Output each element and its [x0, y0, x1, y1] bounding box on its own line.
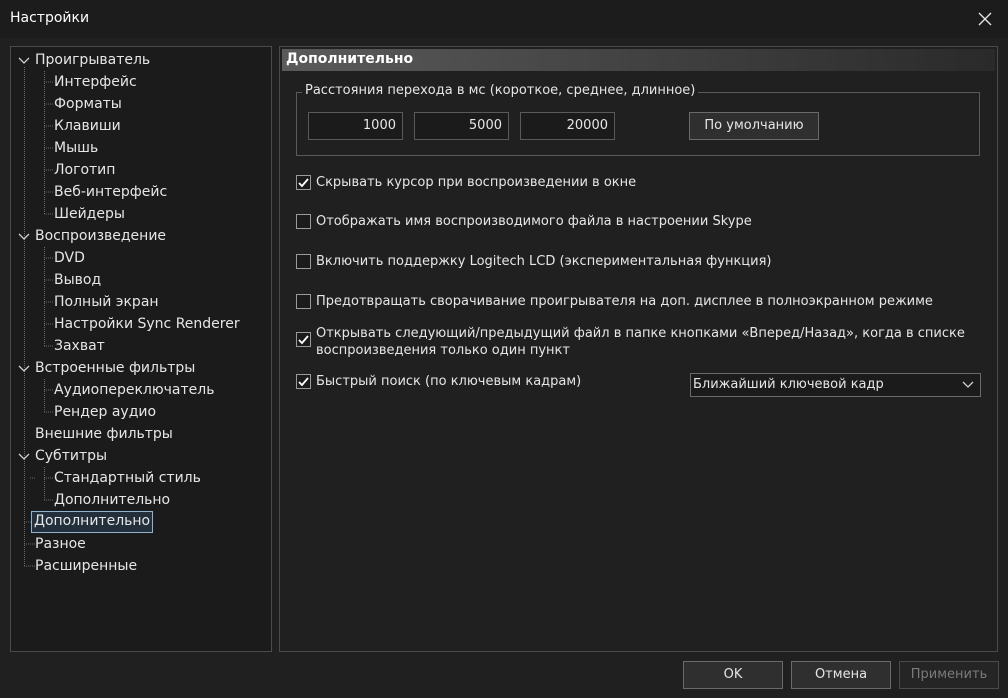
chevron-down-icon	[18, 453, 30, 460]
jump-long-input[interactable]: 20000	[520, 112, 615, 140]
fast-seek-checkbox[interactable]	[296, 374, 311, 389]
chevron-down-icon	[18, 57, 30, 64]
tree-item-external-filters[interactable]: Внешние фильтры	[32, 424, 176, 444]
jump-short-input[interactable]: 1000	[308, 112, 403, 140]
tree-item-shaders[interactable]: Шейдеры	[51, 204, 128, 224]
fast-seek-mode-select[interactable]: Ближайший ключевой кадр	[690, 373, 981, 397]
settings-page: Дополнительно Расстояния перехода в мс (…	[279, 46, 998, 652]
jump-distance-label: Расстояния перехода в мс (короткое, сред…	[302, 83, 699, 98]
option-label-line2: воспроизведения только один пункт	[316, 343, 570, 358]
close-button[interactable]	[962, 0, 1008, 38]
option-label: Предотвращать сворачивание проигрывателя…	[316, 294, 933, 309]
tree-item-output[interactable]: Вывод	[51, 270, 104, 290]
tree-item-sync-renderer[interactable]: Настройки Sync Renderer	[51, 314, 243, 334]
jump-medium-input[interactable]: 5000	[414, 112, 509, 140]
checkmark-icon	[298, 178, 309, 188]
tree-item-web-interface[interactable]: Веб-интерфейс	[51, 182, 170, 202]
page-title: Дополнительно	[286, 51, 414, 67]
chevron-down-icon	[18, 365, 30, 372]
tree-item-keys[interactable]: Клавиши	[51, 116, 124, 136]
page-header: Дополнительно	[282, 49, 995, 71]
tree-item-interface[interactable]: Интерфейс	[51, 72, 140, 92]
tree-item-dvd[interactable]: DVD	[51, 248, 88, 268]
tree-item-audio-switcher[interactable]: Аудиопереключатель	[51, 380, 217, 400]
option-label-line1: Открывать следующий/предыдущий файл в па…	[316, 326, 965, 341]
tree-item-capture[interactable]: Захват	[51, 336, 108, 356]
ok-button[interactable]: OK	[683, 661, 783, 689]
tree-item-audio-renderer[interactable]: Рендер аудио	[51, 402, 159, 422]
tree-item-advanced-selected[interactable]: Дополнительно	[31, 511, 154, 533]
option-label: Включить поддержку Logitech LCD (экспери…	[316, 254, 772, 269]
logitech-lcd-checkbox[interactable]	[296, 254, 311, 269]
tree-item-subtitles[interactable]: Субтитры	[32, 446, 110, 466]
settings-tree: Проигрыватель Интерфейс Форматы Клавиши …	[10, 46, 272, 652]
hide-cursor-checkbox[interactable]	[296, 175, 311, 190]
select-value: Ближайший ключевой кадр	[693, 377, 884, 392]
window-title: Настройки	[10, 10, 90, 26]
prevent-minimize-checkbox[interactable]	[296, 294, 311, 309]
option-label: Отображать имя воспроизводимого файла в …	[316, 214, 752, 229]
tree-item-playback[interactable]: Воспроизведение	[32, 226, 169, 246]
tree-item-player[interactable]: Проигрыватель	[32, 50, 153, 70]
tree-item-default-style[interactable]: Стандартный стиль	[51, 468, 204, 488]
tree-item-logo[interactable]: Логотип	[51, 160, 118, 180]
close-icon	[978, 12, 992, 26]
option-label: Быстрый поиск (по ключевым кадрам)	[316, 374, 582, 389]
tree-item-subtitles-advanced[interactable]: Дополнительно	[51, 490, 173, 510]
tree-item-mouse[interactable]: Мышь	[51, 138, 101, 158]
checkmark-icon	[298, 335, 309, 345]
checkmark-icon	[298, 377, 309, 387]
tree-item-fullscreen[interactable]: Полный экран	[51, 292, 162, 312]
next-prev-file-checkbox[interactable]	[296, 332, 311, 347]
tree-item-internal-filters[interactable]: Встроенные фильтры	[32, 358, 198, 378]
apply-button[interactable]: Применить	[899, 661, 999, 689]
default-button[interactable]: По умолчанию	[689, 112, 819, 140]
title-bar: Настройки	[0, 0, 1008, 38]
cancel-button[interactable]: Отмена	[791, 661, 891, 689]
skype-filename-checkbox[interactable]	[296, 214, 311, 229]
tree-item-extended[interactable]: Расширенные	[32, 556, 140, 576]
option-label: Скрывать курсор при воспроизведении в ок…	[316, 175, 637, 190]
tree-item-misc[interactable]: Разное	[32, 534, 89, 554]
chevron-down-icon	[18, 233, 30, 240]
chevron-down-icon	[962, 381, 974, 388]
tree-item-formats[interactable]: Форматы	[51, 94, 125, 114]
